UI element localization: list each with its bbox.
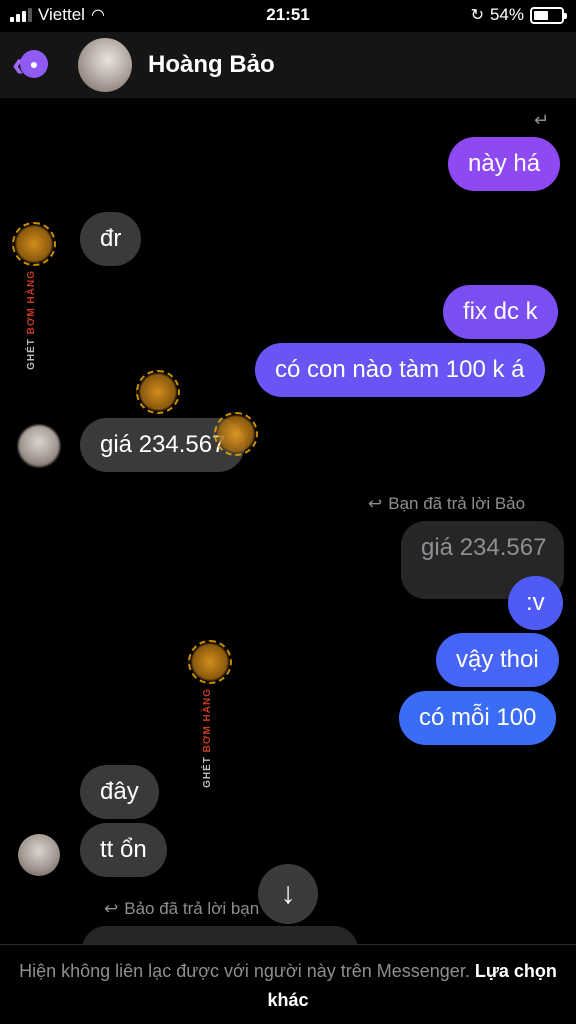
watermark-line2: BƠM HÀNG xyxy=(202,688,213,753)
contact-avatar-small[interactable] xyxy=(18,425,60,467)
messenger-badge-icon: ● xyxy=(20,50,48,78)
contact-avatar-small[interactable] xyxy=(18,834,60,876)
message-bubble-out[interactable]: có mỗi 100 xyxy=(399,691,557,745)
message-bubble-out[interactable]: vậy thoi xyxy=(436,633,559,687)
reply-note-label: Bảo đã trả lời bạn xyxy=(124,899,260,918)
message-bubble-out[interactable]: :v xyxy=(508,576,563,630)
reply-note-label: Bạn đã trả lời Bảo xyxy=(388,494,526,513)
watermark-sticker: GHÉT BƠM HÀNG xyxy=(12,222,56,370)
status-right: ↻ 54% xyxy=(470,5,567,25)
contact-name[interactable]: Hoàng Bảo xyxy=(148,51,275,79)
back-button[interactable]: ‹ ● xyxy=(12,46,48,82)
contact-avatar[interactable] xyxy=(78,38,132,92)
battery-percent: 54% xyxy=(489,5,524,24)
watermark-logo-icon xyxy=(188,640,232,684)
footer-text: Hiện không liên lạc được với người này t… xyxy=(19,961,470,981)
message-bubble-in[interactable]: tt ổn xyxy=(80,823,167,877)
watermark-line2: BƠM HÀNG xyxy=(26,270,37,335)
battery-icon xyxy=(530,6,567,24)
watermark-line1: GHÉT xyxy=(26,338,37,370)
reply-note: ↩ Bạn đã trả lời Bảo xyxy=(368,494,525,514)
reply-icon: ↩ xyxy=(368,494,383,513)
watermark-sticker xyxy=(136,370,180,414)
watermark-logo-icon xyxy=(12,222,56,266)
scroll-down-button[interactable]: ↓ xyxy=(258,864,318,924)
message-bubble-in[interactable]: đây xyxy=(80,765,159,819)
reply-note: ↩ Bảo đã trả lời bạn xyxy=(104,899,259,919)
blocked-footer: Hiện không liên lạc được với người này t… xyxy=(0,944,576,1024)
reply-icon: ↩ xyxy=(104,899,119,918)
watermark-sticker: GHÉT BƠM HÀNG xyxy=(188,640,232,788)
watermark-sticker xyxy=(214,412,258,456)
status-bar: Viettel ◠ 21:51 ↻ 54% xyxy=(0,0,576,32)
chat-header: ‹ ● Hoàng Bảo xyxy=(0,32,576,98)
watermark-logo-icon xyxy=(214,412,258,456)
message-bubble-out[interactable]: fix dc k xyxy=(443,285,558,339)
message-bubble-out[interactable]: này há xyxy=(448,137,561,191)
reply-icon: ↵ xyxy=(534,110,550,130)
arrow-down-icon: ↓ xyxy=(280,877,296,910)
message-bubble-out[interactable]: có con nào tàm 100 k á xyxy=(255,343,545,397)
battery-fill xyxy=(534,10,549,20)
watermark-line1: GHÉT xyxy=(202,756,213,788)
message-bubble-in[interactable]: đr xyxy=(80,212,142,266)
watermark-logo-icon xyxy=(136,370,180,414)
orientation-lock-icon: ↻ xyxy=(470,7,484,24)
